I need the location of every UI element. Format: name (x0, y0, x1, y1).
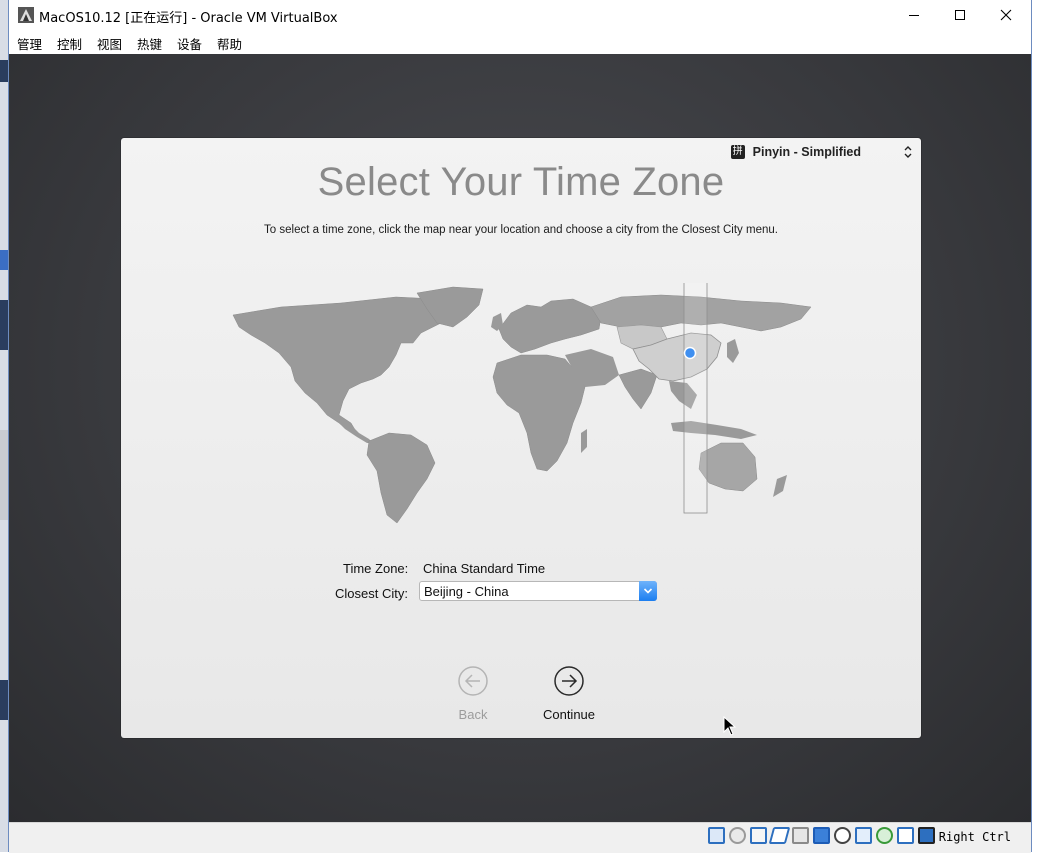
display-icon[interactable] (813, 827, 830, 844)
setup-assistant-panel: 拼 Pinyin - Simplified Select Your Time Z… (121, 138, 921, 738)
menu-view[interactable]: 视图 (97, 34, 122, 53)
menu-devices[interactable]: 设备 (177, 34, 202, 53)
close-button[interactable] (983, 0, 1029, 30)
close-icon (1000, 9, 1012, 21)
usb-icon[interactable] (768, 827, 791, 844)
menu-help[interactable]: 帮助 (217, 34, 242, 53)
host-key-label: Right Ctrl (938, 830, 1011, 844)
chevron-down-icon (643, 588, 653, 594)
title-bar[interactable]: MacOS10.12 [正在运行] - Oracle VM VirtualBox (9, 0, 1031, 30)
back-label: Back (458, 707, 488, 722)
closest-city-label: Closest City: (335, 586, 408, 601)
hard-disk-icon[interactable] (708, 827, 725, 844)
back-button[interactable]: Back (438, 666, 508, 722)
continue-button[interactable]: Continue (534, 666, 604, 722)
input-method-label: Pinyin - Simplified (752, 145, 861, 159)
world-time-zone-map[interactable] (221, 283, 821, 533)
back-arrow-icon (458, 666, 488, 696)
map-japan[interactable] (727, 339, 739, 363)
shared-folder-icon[interactable] (792, 827, 809, 844)
map-madagascar[interactable] (581, 429, 587, 453)
menu-bar: 管理 控制 视图 热键 设备 帮助 (9, 30, 1031, 55)
optical-drive-icon[interactable] (729, 827, 746, 844)
guest-additions-icon[interactable] (855, 827, 872, 844)
status-bar: Right Ctrl (9, 822, 1031, 853)
keyboard-capture-icon[interactable] (918, 827, 935, 844)
virtualbox-window: MacOS10.12 [正在运行] - Oracle VM VirtualBox… (8, 0, 1032, 853)
map-africa[interactable] (492, 354, 586, 472)
vm-display[interactable]: 拼 Pinyin - Simplified Select Your Time Z… (9, 54, 1031, 822)
window-title: MacOS10.12 [正在运行] - Oracle VM VirtualBox (39, 11, 338, 26)
map-new-zealand[interactable] (773, 475, 787, 497)
map-central-america[interactable] (337, 415, 373, 443)
input-method-selector[interactable]: 拼 Pinyin - Simplified (730, 142, 913, 162)
pinyin-input-icon: 拼 (730, 145, 745, 159)
closest-city-value: Beijing - China (424, 584, 509, 599)
network-icon[interactable] (750, 827, 767, 844)
menu-manage[interactable]: 管理 (17, 34, 42, 53)
map-south-america[interactable] (366, 432, 436, 524)
map-europe[interactable] (498, 298, 602, 354)
closest-city-select[interactable]: Beijing - China (419, 581, 657, 601)
mouse-integration-icon[interactable] (897, 827, 914, 844)
map-australia[interactable] (698, 442, 758, 492)
page-title: Select Your Time Zone (317, 160, 725, 204)
time-zone-label: Time Zone: (343, 561, 409, 576)
time-zone-band (683, 283, 708, 514)
menu-control[interactable]: 控制 (57, 34, 82, 53)
minimize-button[interactable] (891, 0, 937, 30)
virtualbox-app-icon (18, 7, 34, 23)
mouse-cursor-icon (723, 716, 737, 736)
continue-label: Continue (542, 707, 596, 722)
cpu-icon[interactable] (876, 827, 893, 844)
up-down-chevron-icon (904, 146, 912, 158)
time-zone-value: China Standard Time (423, 561, 546, 576)
status-icons (708, 827, 935, 844)
host-desktop-strip (0, 0, 8, 852)
instructions-text: To select a time zone, click the map nea… (264, 224, 778, 236)
video-capture-icon[interactable] (834, 827, 851, 844)
maximize-button[interactable] (937, 0, 983, 30)
continue-arrow-icon (554, 666, 584, 696)
maximize-icon (955, 10, 965, 20)
dropdown-button[interactable] (639, 581, 657, 601)
map-india[interactable] (618, 368, 658, 410)
location-pin[interactable] (683, 346, 697, 360)
minimize-icon (909, 15, 919, 16)
map-north-america[interactable] (232, 296, 457, 434)
menu-hotkeys[interactable]: 热键 (137, 34, 162, 53)
